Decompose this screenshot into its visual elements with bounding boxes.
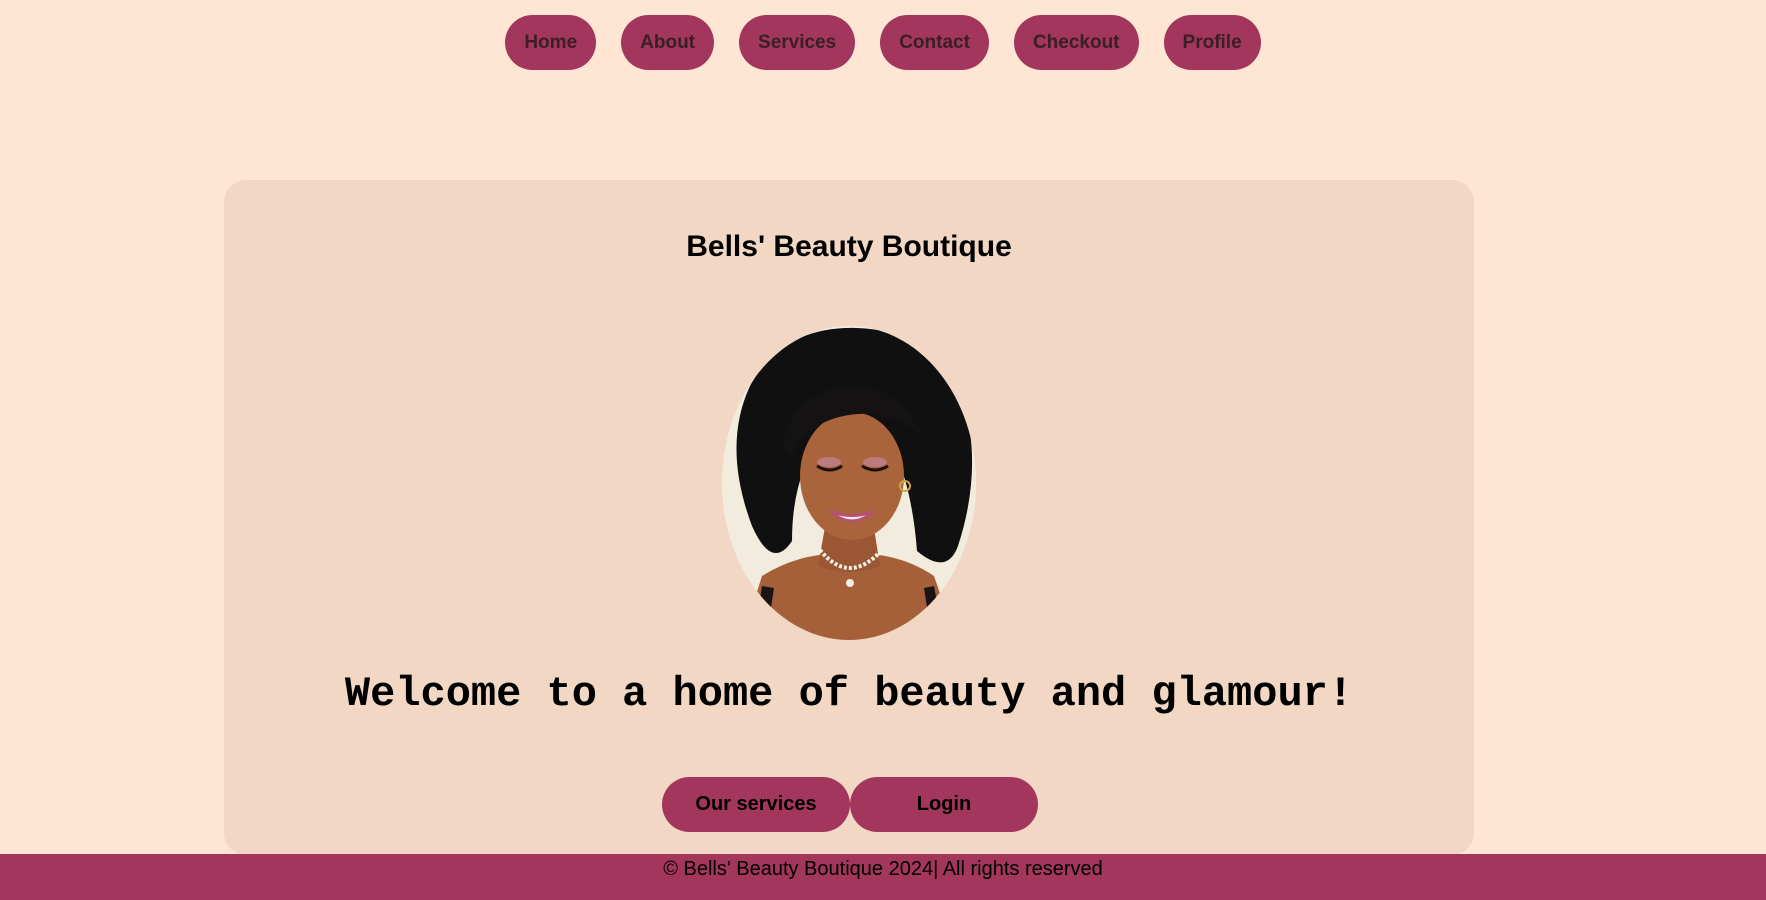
nav-about-button[interactable]: About — [621, 15, 715, 70]
hero-card: Bells' Beauty Boutique Welcome to a home… — [224, 180, 1474, 855]
nav-checkout-button[interactable]: Checkout — [1013, 15, 1139, 70]
portrait-photo — [722, 326, 976, 640]
footer: © Bells' Beauty Boutique 2024| All right… — [0, 854, 1766, 900]
nav-services-button[interactable]: Services — [739, 15, 856, 70]
cta-button-row: Our services Login — [662, 777, 1038, 832]
page-title: Bells' Beauty Boutique — [686, 230, 1012, 263]
portrait-illustration — [722, 326, 976, 640]
nav-profile-button[interactable]: Profile — [1163, 15, 1261, 70]
nav-home-button[interactable]: Home — [505, 15, 597, 70]
login-button[interactable]: Login — [850, 777, 1038, 832]
main-nav: Home About Services Contact Checkout Pro… — [0, 15, 1766, 70]
our-services-button[interactable]: Our services — [662, 777, 850, 832]
footer-copyright: © Bells' Beauty Boutique 2024| All right… — [663, 858, 1103, 880]
welcome-heading: Welcome to a home of beauty and glamour! — [344, 670, 1354, 718]
nav-contact-button[interactable]: Contact — [880, 15, 989, 70]
